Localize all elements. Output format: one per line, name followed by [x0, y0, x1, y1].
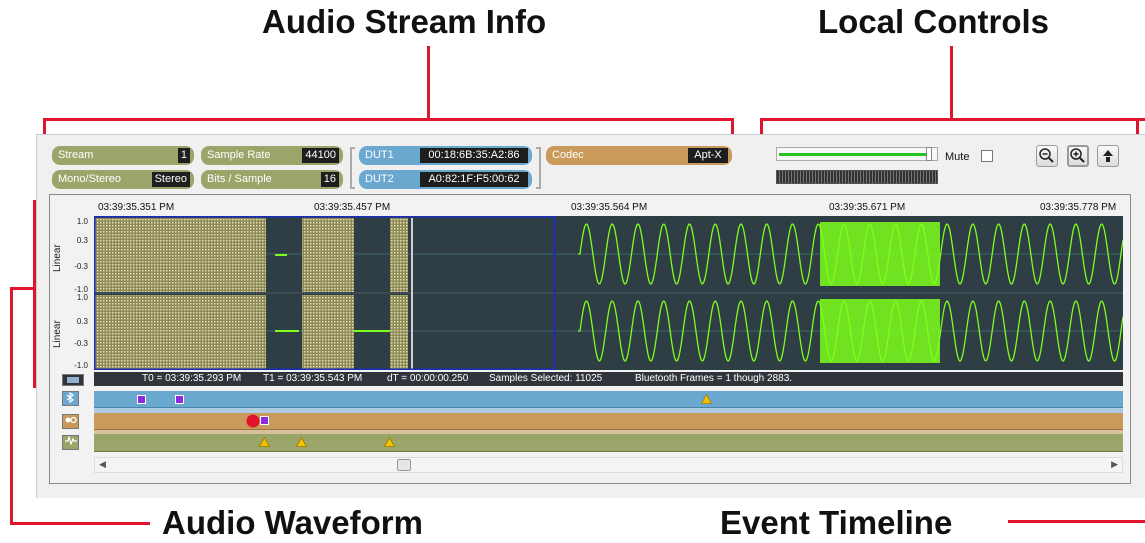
divider-bracket — [350, 147, 355, 189]
audio-waveform-plot[interactable] — [94, 216, 1123, 370]
callout-audio-waveform: Audio Waveform — [162, 504, 423, 541]
event-marker-warning-icon[interactable] — [259, 437, 270, 447]
horizontal-scrollbar[interactable]: ◀ ▶ — [94, 457, 1123, 473]
bits-per-sample-label: Bits / Sample — [207, 173, 272, 185]
status-t1: T1 = 03:39:35.543 PM — [263, 373, 363, 384]
stream-pill: Stream 1 — [52, 146, 194, 165]
codec-track-icon[interactable] — [62, 414, 79, 429]
dut2-value: A0:82:1F:F5:00:62 — [420, 172, 528, 187]
scroll-right-icon[interactable]: ▶ — [1111, 459, 1118, 470]
codec-value: Apt-X — [688, 148, 728, 163]
callout-line — [950, 46, 953, 120]
mute-checkbox[interactable] — [981, 150, 993, 162]
callout-local-controls: Local Controls — [818, 3, 1050, 40]
status-dt: dT = 00:00:00.250 — [387, 373, 469, 384]
bluetooth-track[interactable] — [94, 391, 1123, 408]
timestamp-label: 03:39:35.457 PM — [314, 202, 391, 213]
y-tick: 0.3 — [76, 236, 88, 245]
event-marker[interactable] — [137, 395, 146, 404]
audio-track-icon[interactable] — [62, 434, 79, 450]
mono-stereo-value: Stereo — [151, 172, 190, 187]
codec-icon — [65, 416, 77, 424]
timestamp-label: 03:39:35.564 PM — [571, 202, 648, 213]
event-marker-warning-icon[interactable] — [384, 437, 395, 447]
dut1-value: 00:18:6B:35:A2:86 — [420, 148, 528, 163]
y-tick: -0.3 — [74, 262, 88, 271]
event-marker-record-icon[interactable] — [246, 413, 260, 429]
callout-line — [1008, 520, 1145, 523]
scroll-thumb[interactable] — [397, 459, 411, 471]
timestamp-label: 03:39:35.671 PM — [829, 202, 906, 213]
event-marker-warning-icon[interactable] — [296, 437, 307, 447]
y-tick: -1.0 — [74, 361, 88, 370]
bits-per-sample-value: 16 — [320, 172, 339, 187]
callout-event-timeline: Event Timeline — [720, 504, 953, 541]
volume-slider[interactable] — [776, 147, 938, 161]
sample-rate-value: 44100 — [302, 148, 339, 163]
channel1-scale-label: Linear — [52, 244, 63, 272]
status-t0: T0 = 03:39:35.293 PM — [142, 373, 242, 384]
callout-line — [10, 287, 13, 525]
zoom-out-button[interactable] — [1036, 145, 1058, 167]
status-frames: Bluetooth Frames = 1 though 2883. — [635, 373, 793, 384]
mono-stereo-label: Mono/Stereo — [58, 173, 121, 185]
event-marker-warning-icon[interactable] — [701, 394, 712, 404]
bluetooth-icon — [66, 391, 75, 404]
timestamp-label: 03:39:35.778 PM — [1040, 202, 1117, 213]
dut1-pill: DUT1 00:18:6B:35:A2:86 — [359, 146, 532, 165]
volume-level-fill — [779, 153, 930, 156]
mono-stereo-pill: Mono/Stereo Stereo — [52, 170, 194, 189]
callout-line — [760, 118, 1145, 121]
channel-select-toggle[interactable] — [62, 374, 84, 386]
channel2-scale-label: Linear — [52, 320, 63, 348]
callout-audio-stream-info: Audio Stream Info — [262, 3, 547, 40]
selection-status-bar: T0 = 03:39:35.293 PM T1 = 03:39:35.543 P… — [94, 372, 1123, 386]
bluetooth-track-icon[interactable] — [62, 391, 79, 406]
status-samples: Samples Selected: 11025 — [489, 373, 603, 384]
up-arrow-icon — [1103, 150, 1113, 162]
event-marker[interactable] — [260, 416, 269, 425]
dut1-label: DUT1 — [365, 149, 394, 161]
track-separator — [94, 430, 1123, 434]
stream-value: 1 — [177, 148, 190, 163]
level-meter — [776, 170, 938, 184]
mute-label: Mute — [945, 151, 970, 163]
scroll-left-icon[interactable]: ◀ — [99, 459, 106, 470]
divider-bracket — [536, 147, 541, 189]
codec-label: Codec — [552, 149, 584, 161]
timestamp-label: 03:39:35.351 PM — [98, 202, 175, 213]
audio-track[interactable] — [94, 434, 1123, 452]
sample-rate-label: Sample Rate — [207, 149, 271, 161]
stream-label: Stream — [58, 149, 94, 161]
scroll-up-button[interactable] — [1097, 145, 1119, 167]
event-marker[interactable] — [175, 395, 184, 404]
y-tick: 1.0 — [76, 217, 88, 226]
y-tick: 0.3 — [76, 317, 88, 326]
callout-line — [10, 522, 150, 525]
codec-pill: Codec Apt-X — [546, 146, 732, 165]
volume-thumb[interactable] — [925, 147, 932, 161]
sample-rate-pill: Sample Rate 44100 — [201, 146, 343, 165]
zoom-out-icon — [1039, 148, 1054, 163]
callout-line — [43, 118, 733, 121]
callout-line — [427, 46, 430, 120]
zoom-in-icon — [1070, 148, 1085, 163]
y-tick: 1.0 — [76, 293, 88, 302]
dut2-pill: DUT2 A0:82:1F:F5:00:62 — [359, 170, 532, 189]
zoom-in-button[interactable] — [1067, 145, 1089, 167]
audio-wave-icon — [64, 434, 77, 446]
dut2-label: DUT2 — [365, 173, 394, 185]
y-tick: -0.3 — [74, 339, 88, 348]
bits-per-sample-pill: Bits / Sample 16 — [201, 170, 343, 189]
